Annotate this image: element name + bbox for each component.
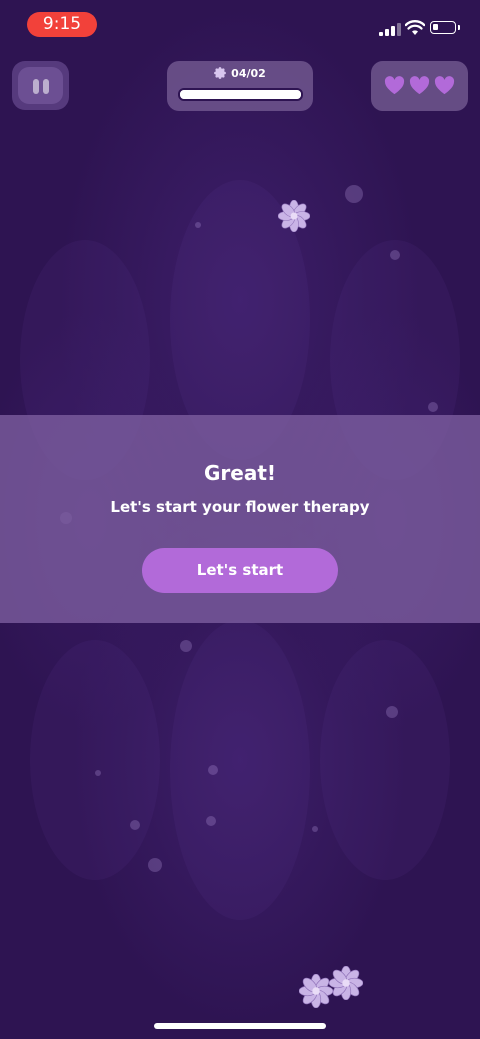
wifi-icon [405, 20, 425, 35]
home-indicator[interactable] [154, 1023, 326, 1029]
dialog-subtitle: Let's start your flower therapy [110, 498, 370, 516]
sparkle [428, 402, 438, 412]
battery-icon [430, 21, 460, 34]
progress-panel: 04/02 [167, 61, 313, 111]
heart-icon [409, 76, 430, 95]
status-time: 9:15 [27, 12, 97, 37]
progress-row: 04/02 [167, 67, 313, 80]
lives-panel [371, 61, 468, 111]
status-bar: 9:15 [0, 0, 480, 48]
flower-icon[interactable] [329, 966, 363, 1000]
start-button[interactable]: Let's start [142, 548, 338, 593]
sparkle [195, 222, 201, 228]
sparkle [345, 185, 363, 203]
background-petal [30, 640, 160, 880]
flower-icon[interactable] [278, 200, 310, 232]
sparkle [148, 858, 162, 872]
flower-icon[interactable] [299, 974, 333, 1008]
background-petal [320, 640, 450, 880]
sparkle [208, 765, 218, 775]
flower-icon [214, 67, 227, 79]
sparkle [386, 706, 398, 718]
sparkle [390, 250, 400, 260]
cellular-signal-icon [379, 22, 401, 36]
pause-button[interactable] [12, 61, 69, 110]
sparkle [130, 820, 140, 830]
progress-label: 04/02 [231, 67, 266, 80]
background-petal [170, 620, 310, 920]
sparkle [180, 640, 192, 652]
heart-icon [384, 76, 405, 95]
progress-bar [178, 88, 303, 101]
sparkle [206, 816, 216, 826]
heart-icon [434, 76, 455, 95]
start-dialog: Great! Let's start your flower therapy L… [0, 415, 480, 623]
sparkle [312, 826, 318, 832]
dialog-title: Great! [203, 461, 277, 485]
sparkle [95, 770, 101, 776]
progress-bar-fill [180, 90, 301, 99]
pause-icon [18, 67, 63, 104]
